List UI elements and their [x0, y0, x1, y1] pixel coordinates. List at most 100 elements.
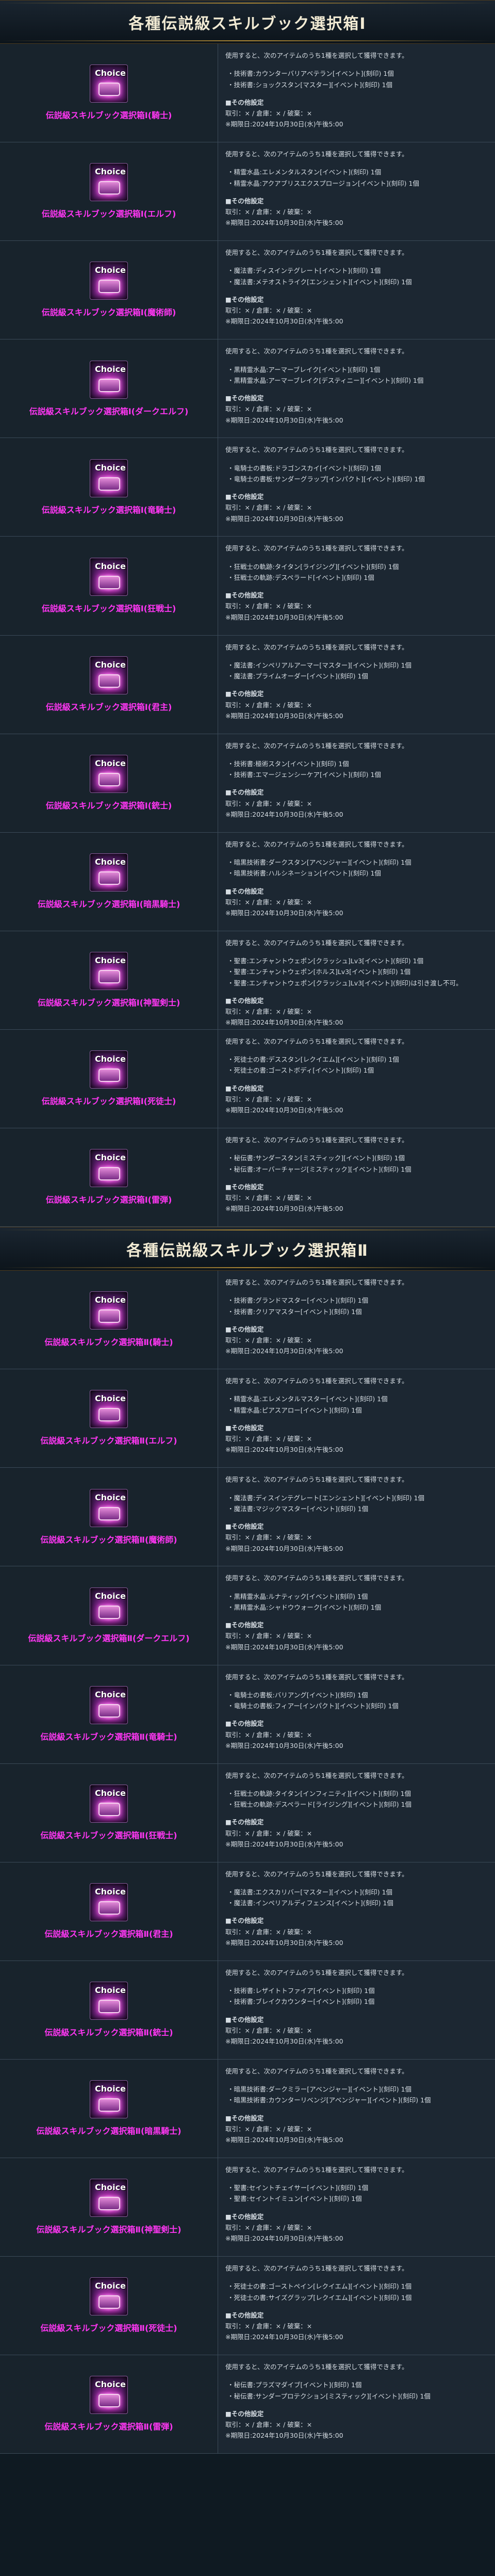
item-row: Choice 伝説級スキルブック選択箱Ⅰ(銃士) 使用すると、次のアイテムのうち1種… [0, 734, 495, 833]
item-cell: Choice 伝説級スキルブック選択箱Ⅱ(君主) [0, 1862, 218, 1961]
trade-settings: 取引：× / 倉庫：× / 破棄：× [225, 405, 312, 413]
trade-settings: 取引：× / 倉庫：× / 破棄：× [225, 1336, 312, 1344]
item-description: 使用すると、次のアイテムのうち1種を選択して獲得できます。 ・狂戦士の軌跡:タイタ… [218, 537, 495, 635]
expiry-date: ※期限日:2024年10月30日(水)午後5:00 [225, 2432, 343, 2440]
expiry-date: ※期限日:2024年10月30日(水)午後5:00 [225, 1347, 343, 1355]
item-row: Choice 伝説級スキルブック選択箱Ⅰ(竜騎士) 使用すると、次のアイテムのうち1… [0, 438, 495, 537]
choice-label: Choice [95, 1689, 126, 1699]
usage-description: 使用すると、次のアイテムのうち1種を選択して獲得できます。 [225, 446, 408, 454]
trade-settings: 取引：× / 倉庫：× / 破棄：× [225, 2421, 312, 2429]
choice-label: Choice [95, 1886, 126, 1897]
item-description: 使用すると、次のアイテムのうち1種を選択して獲得できます。 ・精霊水晶:エレメンタ… [218, 142, 495, 241]
choice-box-icon: Choice [90, 952, 128, 991]
trade-settings: 取引：× / 倉庫：× / 破棄：× [225, 1435, 312, 1443]
chest-icon [98, 1167, 120, 1181]
trade-settings: 取引：× / 倉庫：× / 破棄：× [225, 898, 312, 906]
trade-settings: 取引：× / 倉庫：× / 破棄：× [225, 1730, 312, 1739]
chest-icon [98, 1802, 120, 1816]
item-description: 使用すると、次のアイテムのうち1種を選択して獲得できます。 ・狂戦士の軌跡:タイタ… [218, 1763, 495, 1862]
other-settings-title: ■その他設定 [225, 2311, 264, 2319]
item-description: 使用すると、次のアイテムのうち1種を選択して獲得できます。 ・魔法書:インペリアル… [218, 635, 495, 734]
expiry-date: ※期限日:2024年10月30日(水)午後5:00 [225, 120, 343, 128]
item-name: 伝説級スキルブック選択箱Ⅰ(竜騎士) [41, 505, 176, 515]
item-description: 使用すると、次のアイテムのうち1種を選択して獲得できます。 ・聖書:エンチャントウ… [218, 931, 495, 1029]
item-description: 使用すると、次のアイテムのうち1種を選択して獲得できます。 ・暗黒技術書:ダークス… [218, 832, 495, 931]
choice-option: ・聖書:エンチャントウェポン[クラッシュ]Lv3[イベント](刻印) 1個 [227, 957, 424, 965]
item-description: 使用すると、次のアイテムのうち1種を選択して獲得できます。 ・暗黒技術書:ダークミ… [218, 2059, 495, 2158]
item-cell: Choice 伝説級スキルブック選択箱Ⅱ(死徒士) [0, 2257, 218, 2355]
trade-settings: 取引：× / 倉庫：× / 破棄：× [225, 602, 312, 610]
item-cell: Choice 伝説級スキルブック選択箱Ⅱ(銃士) [0, 1961, 218, 2059]
choice-box-icon: Choice [90, 2080, 128, 2119]
choice-option: ・魔法書:メテオストライク[エンシェント][イベント](刻印) 1個 [227, 278, 412, 286]
usage-description: 使用すると、次のアイテムのうち1種を選択して獲得できます。 [225, 1870, 408, 1878]
choice-label: Choice [95, 364, 126, 374]
item-cell: Choice 伝説級スキルブック選択箱Ⅱ(エルフ) [0, 1369, 218, 1468]
expiry-date: ※期限日:2024年10月30日(水)午後5:00 [225, 909, 343, 917]
usage-description: 使用すると、次のアイテムのうち1種を選択して獲得できます。 [225, 150, 408, 158]
usage-description: 使用すると、次のアイテムのうち1種を選択して獲得できます。 [225, 1968, 408, 1976]
chest-icon [98, 575, 120, 589]
item-row: Choice 伝説級スキルブック選択箱Ⅰ(暗黒騎士) 使用すると、次のアイテムのうち… [0, 832, 495, 931]
item-name: 伝説級スキルブック選択箱Ⅰ(神聖剣士) [37, 998, 180, 1008]
other-settings-title: ■その他設定 [225, 2212, 264, 2221]
choice-box-icon: Choice [90, 1488, 128, 1527]
choice-box-icon: Choice [90, 1883, 128, 1921]
chest-icon [98, 2098, 120, 2112]
expiry-date: ※期限日:2024年10月30日(水)午後5:00 [225, 1106, 343, 1114]
choice-option: ・魔法書:インペリアルアーマー[マスター][イベント](刻印) 1個 [227, 661, 412, 669]
chest-icon [98, 181, 120, 195]
choice-box-icon: Choice [90, 459, 128, 497]
choice-option: ・魔法書:ディスインテグレート[イベント](刻印) 1個 [227, 267, 381, 275]
item-description: 使用すると、次のアイテムのうち1種を選択して獲得できます。 ・技術書:レザイトトフ… [218, 1961, 495, 2059]
choice-label: Choice [95, 2084, 126, 2094]
choice-option: ・黒精霊水晶:アーマーブレイク[デスティニー][イベント](刻印) 1個 [227, 376, 424, 384]
trade-settings: 取引：× / 倉庫：× / 破棄：× [225, 2322, 312, 2330]
usage-description: 使用すると、次のアイテムのうち1種を選択して獲得できます。 [225, 1278, 408, 1287]
item-cell: Choice 伝説級スキルブック選択箱Ⅰ(神聖剣士) [0, 931, 218, 1029]
chest-icon [98, 2394, 120, 2408]
item-cell: Choice 伝説級スキルブック選択箱Ⅰ(銃士) [0, 734, 218, 832]
choice-option: ・技術書:カウンターバリアベテラン[イベント](刻印) 1個 [227, 70, 394, 78]
chest-icon [98, 772, 120, 786]
other-settings-title: ■その他設定 [225, 1917, 264, 1925]
other-settings-title: ■その他設定 [225, 1720, 264, 1728]
choice-label: Choice [95, 265, 126, 276]
item-cell: Choice 伝説級スキルブック選択箱Ⅰ(死徒士) [0, 1029, 218, 1128]
trade-settings: 取引：× / 倉庫：× / 破棄：× [225, 2125, 312, 2133]
trade-settings: 取引：× / 倉庫：× / 破棄：× [225, 1632, 312, 1640]
item-cell: Choice 伝説級スキルブック選択箱Ⅰ(君主) [0, 635, 218, 734]
other-settings-title: ■その他設定 [225, 1084, 264, 1092]
section-2-rows: Choice 伝説級スキルブック選択箱Ⅱ(騎士) 使用すると、次のアイテムのうち1種… [0, 1271, 495, 2454]
other-settings-title: ■その他設定 [225, 2114, 264, 2122]
item-name: 伝説級スキルブック選択箱Ⅰ(銃士) [45, 800, 172, 811]
item-row: Choice 伝説級スキルブック選択箱Ⅰ(神聖剣士) 使用すると、次のアイテムのうち… [0, 931, 495, 1030]
trade-settings: 取引：× / 倉庫：× / 破棄：× [225, 1194, 312, 1202]
item-cell: Choice 伝説級スキルブック選択箱Ⅰ(竜騎士) [0, 438, 218, 537]
chest-icon [98, 1605, 120, 1619]
choice-label: Choice [95, 1985, 126, 1996]
expiry-date: ※期限日:2024年10月30日(水)午後5:00 [225, 1840, 343, 1848]
item-name: 伝説級スキルブック選択箱Ⅱ(銃士) [44, 2028, 173, 2038]
choice-label: Choice [95, 659, 126, 670]
expiry-date: ※期限日:2024年10月30日(水)午後5:00 [225, 317, 343, 326]
choice-option: ・技術書:エマージェンシーケア[イベント](刻印) 1個 [227, 771, 381, 779]
choice-option: ・魔法書:マジックマスター[イベント](刻印) 1個 [227, 1504, 369, 1513]
other-settings-title: ■その他設定 [225, 1818, 264, 1826]
expiry-date: ※期限日:2024年10月30日(水)午後5:00 [225, 2234, 343, 2243]
choice-option: ・魔法書:プライムオーダー[イベント](刻印) 1個 [227, 672, 368, 681]
choice-box-icon: Choice [90, 2179, 128, 2217]
other-settings-title: ■その他設定 [225, 1182, 264, 1191]
usage-description: 使用すると、次のアイテムのうち1種を選択して獲得できます。 [225, 1673, 408, 1681]
choice-box-icon: Choice [90, 360, 128, 399]
choice-box-icon: Choice [90, 1149, 128, 1188]
usage-description: 使用すると、次のアイテムのうち1種を選択して獲得できます。 [225, 2067, 408, 2075]
choice-option: ・暗黒技術書:ダークスタン[アベンジャー][イベント](刻印) 1個 [227, 858, 411, 866]
item-row: Choice 伝説級スキルブック選択箱Ⅰ(雷弾) 使用すると、次のアイテムのうち1種… [0, 1128, 495, 1227]
usage-description: 使用すると、次のアイテムのうち1種を選択して獲得できます。 [225, 741, 408, 750]
other-settings-title: ■その他設定 [225, 690, 264, 698]
item-row: Choice 伝説級スキルブック選択箱Ⅰ(ダークエルフ) 使用すると、次のアイテムの… [0, 339, 495, 439]
choice-option: ・竜騎士の書板:サンダーグラップ[インパクト][イベント](刻印) 1個 [227, 475, 425, 483]
choice-box-icon: Choice [90, 853, 128, 892]
item-cell: Choice 伝説級スキルブック選択箱Ⅱ(騎士) [0, 1271, 218, 1369]
